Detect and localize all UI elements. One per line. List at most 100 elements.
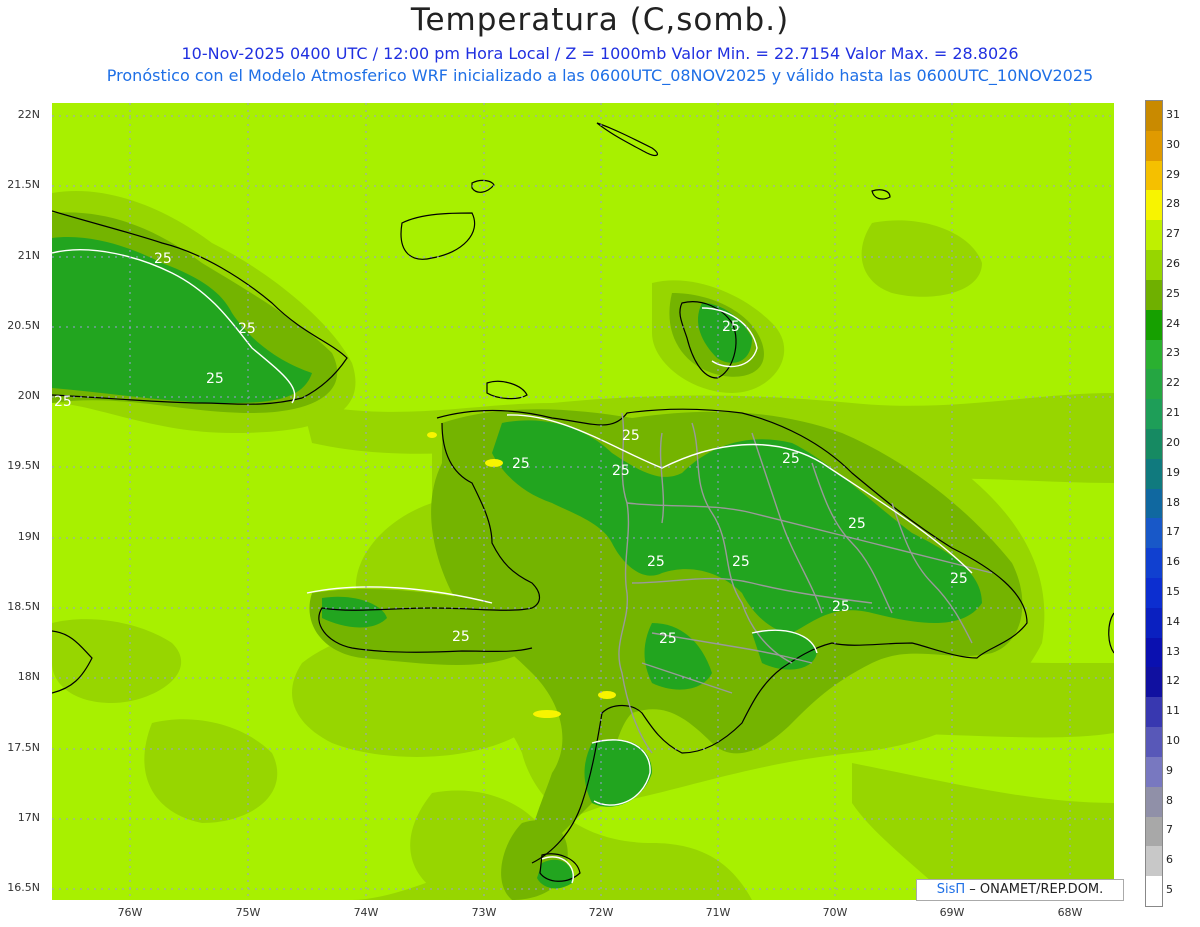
lat-label: 18.5N — [7, 600, 40, 613]
legend-label: 27 — [1166, 227, 1180, 241]
forecast-time-and-range: 10-Nov-2025 0400 UTC / 12:00 pm Hora Loc… — [181, 44, 1019, 63]
legend-label: 23 — [1166, 346, 1180, 360]
lat-label: 19.5N — [7, 459, 40, 472]
lon-label: 74W — [353, 906, 379, 919]
legend-swatch — [1146, 578, 1162, 609]
legend-label: 16 — [1166, 555, 1180, 569]
legend-label: 11 — [1166, 704, 1180, 718]
legend-label: 14 — [1166, 614, 1180, 628]
contour-label: 25 — [950, 571, 968, 587]
lon-label: 70W — [822, 906, 848, 919]
legend-swatch — [1146, 369, 1162, 400]
legend-label: 30 — [1166, 137, 1180, 151]
contour-label: 25 — [782, 451, 800, 467]
legend-swatch — [1146, 458, 1162, 490]
model-run-info: Pronóstico con el Modelo Atmosferico WRF… — [106, 66, 1094, 85]
credit-text: – ONAMET/REP.DOM. — [965, 882, 1104, 897]
legend-swatch — [1146, 667, 1162, 698]
lon-label: 71W — [705, 906, 731, 919]
legend-swatch — [1146, 101, 1162, 132]
lat-label: 17.5N — [7, 741, 40, 754]
lat-label: 22N — [17, 108, 40, 121]
lat-label: 21N — [17, 249, 40, 262]
contour-label: 25 — [722, 319, 740, 335]
lon-label: 68W — [1057, 906, 1083, 919]
contour-label: 25 — [452, 629, 470, 645]
color-scale-bar — [1145, 100, 1163, 907]
lat-label: 20.5N — [7, 319, 40, 332]
lat-label: 21.5N — [7, 178, 40, 191]
legend-swatch — [1146, 756, 1162, 788]
legend-swatch — [1146, 548, 1162, 579]
legend-label: 9 — [1166, 763, 1173, 777]
map-title: Temperatura (C,somb.) — [410, 2, 790, 38]
legend-swatch — [1146, 727, 1162, 758]
legend-label: 17 — [1166, 525, 1180, 539]
legend-label: 26 — [1166, 256, 1180, 270]
legend-label: 15 — [1166, 584, 1180, 598]
legend-label: 7 — [1166, 823, 1173, 837]
brand-logo-text: SisΠ — [936, 882, 966, 897]
contour-label: 25 — [832, 599, 850, 615]
legend-label: 22 — [1166, 376, 1180, 390]
lat-label: 16.5N — [7, 881, 40, 894]
contour-label: 25 — [732, 554, 750, 570]
lon-label: 73W — [471, 906, 497, 919]
legend-label: 10 — [1166, 734, 1180, 748]
legend-swatch — [1146, 846, 1162, 877]
temperature-map: 25 25 25 25 25 25 25 25 25 25 25 25 25 2… — [52, 103, 1114, 900]
legend-swatch — [1146, 607, 1162, 639]
lat-label: 19N — [17, 530, 40, 543]
legend-label: 18 — [1166, 495, 1180, 509]
legend-swatch — [1146, 190, 1162, 221]
contour-label: 25 — [612, 463, 630, 479]
legend-swatch — [1146, 399, 1162, 430]
legend-label: 21 — [1166, 406, 1180, 420]
lon-label: 72W — [588, 906, 614, 919]
legend-label: 12 — [1166, 674, 1180, 688]
legend-swatch — [1146, 279, 1162, 311]
legend-swatch — [1146, 786, 1162, 818]
contour-label: 25 — [206, 371, 224, 387]
legend-swatch — [1146, 816, 1162, 847]
legend-label: 13 — [1166, 644, 1180, 658]
lat-label: 20N — [17, 389, 40, 402]
legend-swatch — [1146, 250, 1162, 281]
lon-label: 69W — [939, 906, 965, 919]
legend-swatch — [1146, 637, 1162, 668]
legend-label: 5 — [1166, 883, 1173, 897]
legend-swatch — [1146, 488, 1162, 519]
contour-label: 25 — [512, 456, 530, 472]
lon-label: 75W — [235, 906, 261, 919]
map-canvas: 25 25 25 25 25 25 25 25 25 25 25 25 25 2… — [52, 103, 1114, 900]
contour-label: 25 — [238, 321, 256, 337]
legend-label: 25 — [1166, 286, 1180, 300]
legend-label: 20 — [1166, 435, 1180, 449]
legend-swatch — [1146, 876, 1162, 907]
legend-label: 31 — [1166, 107, 1180, 121]
contour-label: 25 — [54, 394, 72, 410]
legend-label: 19 — [1166, 465, 1180, 479]
legend-label: 24 — [1166, 316, 1180, 330]
contour-label: 25 — [647, 554, 665, 570]
legend-swatch — [1146, 697, 1162, 728]
legend-swatch — [1146, 339, 1162, 370]
legend-label: 29 — [1166, 167, 1180, 181]
legend-swatch — [1146, 160, 1162, 191]
legend-swatch — [1146, 309, 1162, 341]
lat-label: 17N — [17, 811, 40, 824]
legend-swatch — [1146, 220, 1162, 251]
legend-swatch — [1146, 518, 1162, 549]
contour-label: 25 — [659, 631, 677, 647]
credit-box: SisΠ – ONAMET/REP.DOM. — [916, 879, 1124, 901]
contour-label: 25 — [154, 251, 172, 267]
legend-label: 28 — [1166, 197, 1180, 211]
legend-label: 8 — [1166, 793, 1173, 807]
contour-label: 25 — [622, 428, 640, 444]
lat-label: 18N — [17, 670, 40, 683]
contour-label: 25 — [848, 516, 866, 532]
legend-swatch — [1146, 428, 1162, 460]
lon-label: 76W — [117, 906, 143, 919]
legend-label: 6 — [1166, 853, 1173, 867]
legend-swatch — [1146, 130, 1162, 162]
